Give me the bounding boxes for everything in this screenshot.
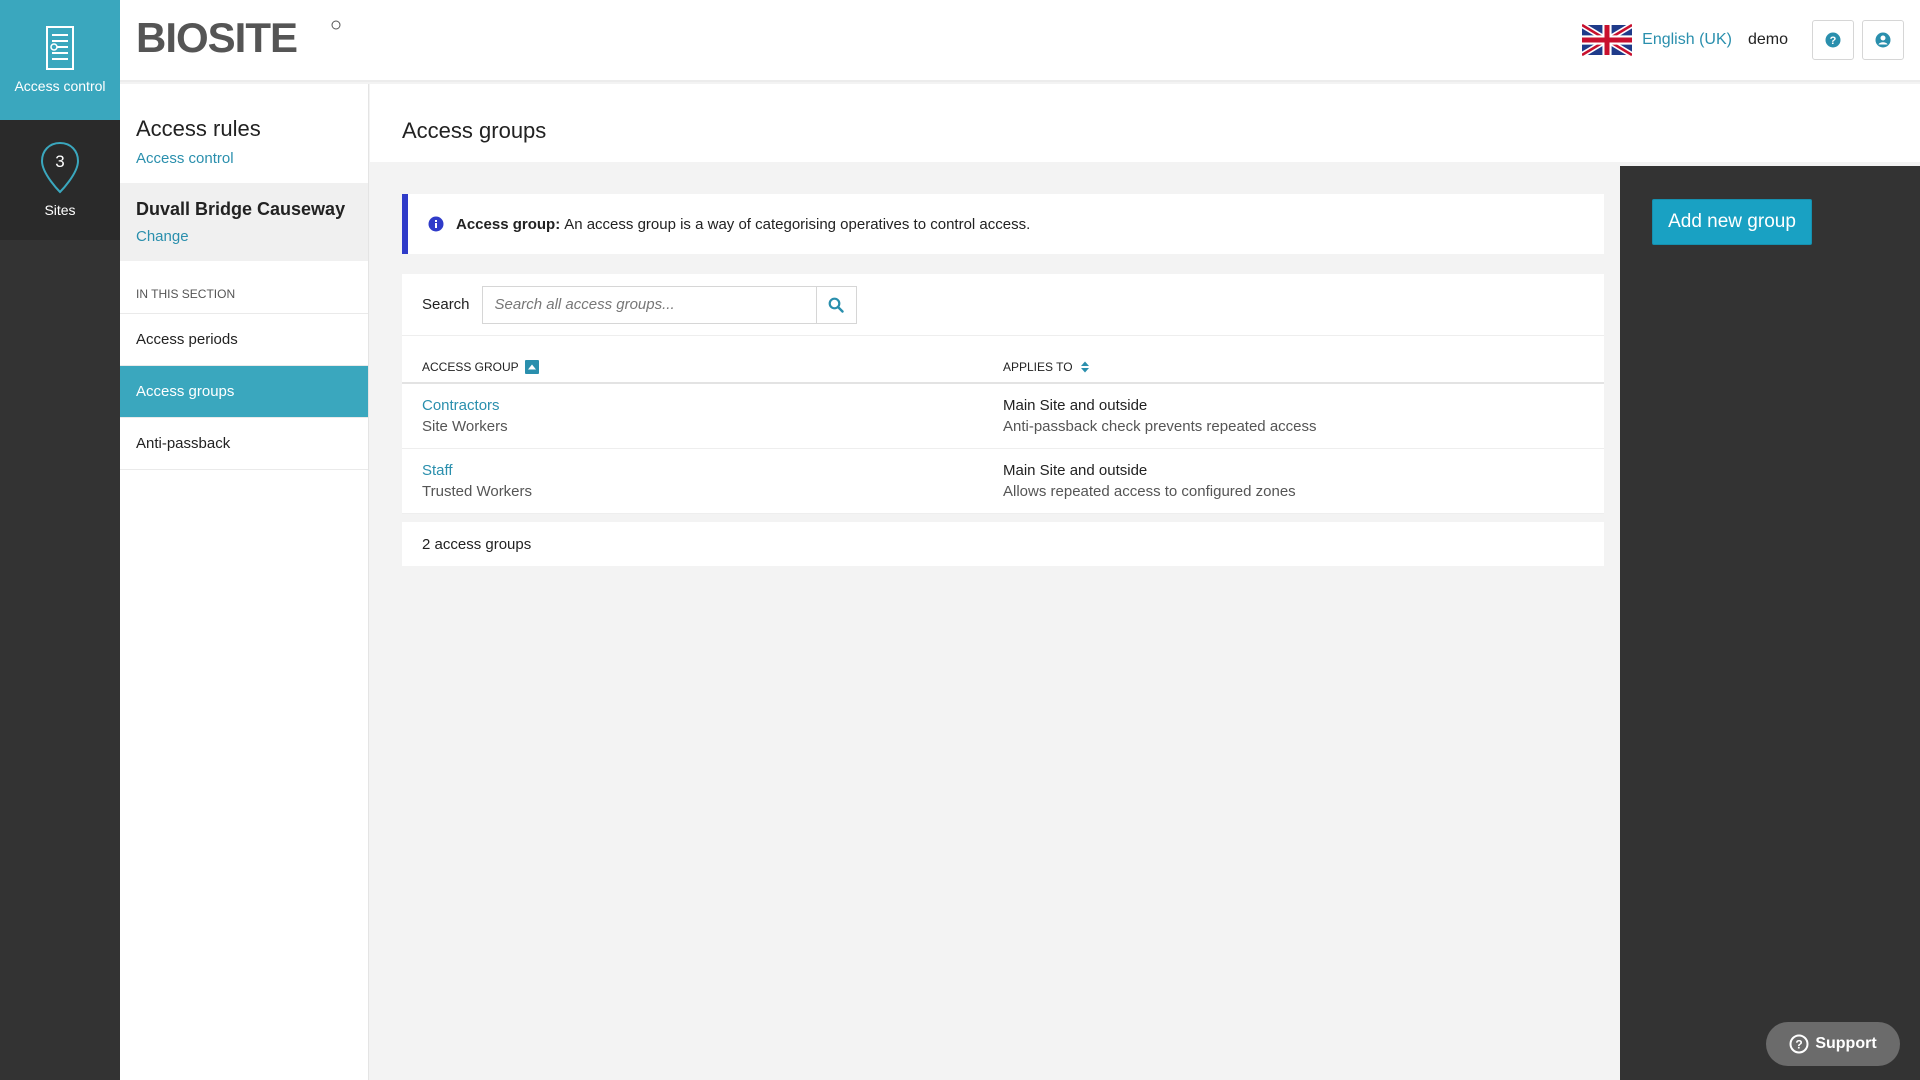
- current-site-box: Duvall Bridge Causeway Change: [120, 183, 368, 261]
- search-button[interactable]: [815, 285, 857, 324]
- section-sidebar: Access rules Access control Duvall Bridg…: [120, 84, 369, 1080]
- sidebar-title: Access rules: [136, 116, 261, 141]
- help-circle-icon: ?: [1789, 1034, 1809, 1054]
- group-type: Site Workers: [422, 418, 508, 435]
- applies-to: Main Site and outside: [1003, 397, 1148, 414]
- applies-to-detail: Allows repeated access to configured zon…: [1003, 483, 1296, 500]
- support-label: Support: [1815, 1035, 1877, 1052]
- add-new-group-button[interactable]: Add new group: [1652, 199, 1812, 245]
- rail-item-sites[interactable]: 3 Sites: [0, 120, 120, 240]
- result-count: 2 access groups: [402, 522, 1604, 566]
- svg-text:?: ?: [1796, 1038, 1803, 1052]
- map-pin-icon: 3: [40, 141, 80, 194]
- user-icon: [1875, 32, 1891, 48]
- sort-ascending-icon[interactable]: [524, 360, 539, 374]
- table-header: ACCESS GROUP APPLIES TO: [402, 336, 1604, 384]
- column-header-applies-to[interactable]: APPLIES TO: [1003, 360, 1604, 374]
- sidebar-item-access-groups[interactable]: Access groups: [120, 366, 368, 418]
- change-site-link[interactable]: Change: [136, 228, 352, 245]
- rail-label-access-control: Access control: [14, 78, 106, 94]
- group-name-link[interactable]: Staff: [422, 462, 453, 479]
- column-header-label: ACCESS GROUP: [422, 360, 519, 374]
- section-label: IN THIS SECTION: [120, 261, 368, 314]
- access-control-icon: [46, 26, 74, 70]
- uk-flag-icon[interactable]: [1582, 22, 1633, 58]
- main-content: Access group: An access group is a way o…: [402, 194, 1604, 566]
- page-header: Access groups: [370, 84, 1920, 162]
- help-button[interactable]: ?: [1812, 20, 1854, 60]
- group-type: Trusted Workers: [422, 483, 533, 500]
- groups-panel: Search ACCESS GROUP APPLIES TO: [402, 274, 1604, 514]
- search-icon: [828, 297, 844, 313]
- search-label: Search: [422, 296, 470, 313]
- site-name: Duvall Bridge Causeway: [136, 199, 346, 219]
- column-header-access-group[interactable]: ACCESS GROUP: [402, 360, 1003, 374]
- app-rail: Access control 3 Sites: [0, 0, 120, 1080]
- info-label: Access group:: [456, 215, 561, 233]
- page-title: Access groups: [402, 118, 547, 143]
- applies-to-detail: Anti-passback check prevents repeated ac…: [1003, 418, 1317, 435]
- sidebar-item-anti-passback[interactable]: Anti-passback: [120, 418, 368, 470]
- column-header-label: APPLIES TO: [1003, 360, 1073, 374]
- account-button[interactable]: [1862, 20, 1904, 60]
- group-name-link[interactable]: Contractors: [422, 397, 500, 414]
- search-input[interactable]: [481, 285, 816, 324]
- svg-text:?: ?: [1830, 35, 1837, 47]
- top-bar: BIOSITE English (UK) demo ?: [120, 0, 1920, 82]
- sort-both-icon[interactable]: [1079, 360, 1091, 374]
- support-button[interactable]: ? Support: [1766, 1022, 1900, 1066]
- language-selector[interactable]: English (UK): [1642, 31, 1732, 49]
- username-label: demo: [1747, 31, 1788, 48]
- table-row[interactable]: Staff Trusted Workers Main Site and outs…: [402, 449, 1604, 514]
- rail-label-sites: Sites: [44, 202, 76, 218]
- biosite-logo[interactable]: BIOSITE: [136, 14, 346, 61]
- actions-panel: Add new group: [1620, 166, 1920, 1080]
- breadcrumb-access-control-link[interactable]: Access control: [136, 150, 352, 167]
- logo-text: BIOSITE: [136, 16, 297, 56]
- search-row: Search: [402, 274, 1604, 336]
- applies-to: Main Site and outside: [1003, 462, 1148, 479]
- sidebar-item-access-periods[interactable]: Access periods: [120, 314, 368, 366]
- info-text: An access group is a way of categorising…: [564, 215, 1031, 233]
- info-banner: Access group: An access group is a way o…: [402, 194, 1604, 254]
- info-icon: [428, 216, 444, 232]
- help-icon: ?: [1825, 32, 1841, 48]
- sites-count: 3: [55, 152, 64, 171]
- table-row[interactable]: Contractors Site Workers Main Site and o…: [402, 384, 1604, 449]
- rail-item-access-control[interactable]: Access control: [0, 0, 120, 120]
